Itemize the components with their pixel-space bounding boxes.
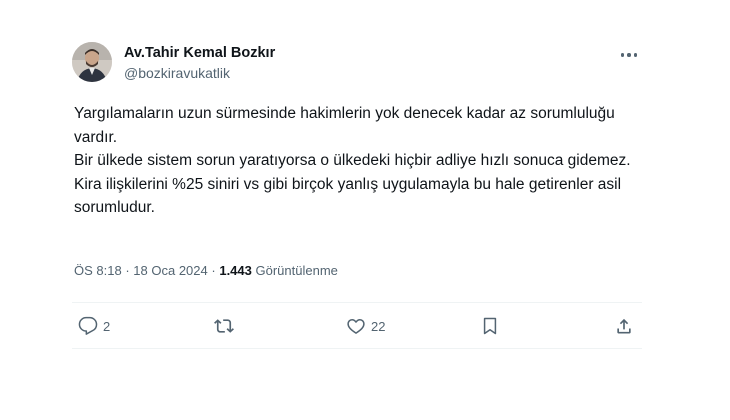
tweet-text-line: Yargılamaların uzun sürmesinde hakimleri… [74, 105, 615, 146]
views-count: 1.443 [219, 263, 252, 278]
reply-icon [78, 316, 98, 336]
author-names: Av.Tahir Kemal Bozkır @bozkiravukatlik [124, 44, 275, 82]
tweet-meta: ÖS 8:18 · 18 Oca 2024 · 1.443 Görüntülen… [74, 263, 338, 278]
more-icon[interactable] [616, 46, 642, 64]
meta-separator: · [125, 263, 130, 278]
tweet-header: Av.Tahir Kemal Bozkır @bozkiravukatlik [72, 42, 642, 90]
tweet-actions: 2 22 [72, 311, 642, 341]
tweet-text-line: Bir ülkede sistem sorun yaratıyorsa o ül… [74, 152, 631, 169]
share-button[interactable] [614, 315, 634, 337]
tweet-text: Yargılamaların uzun sürmesinde hakimleri… [74, 102, 639, 220]
like-count: 22 [371, 318, 386, 334]
retweet-button[interactable] [214, 315, 234, 337]
tweet-card: Av.Tahir Kemal Bozkır @bozkiravukatlik Y… [72, 30, 642, 360]
views-label: Görüntülenme [255, 263, 338, 278]
tweet-time[interactable]: ÖS 8:18 [74, 263, 122, 278]
meta-separator: · [211, 263, 216, 278]
avatar[interactable] [72, 42, 112, 82]
like-button[interactable]: 22 [346, 315, 385, 337]
tweet-text-line: Kira ilişkilerini %25 siniri vs gibi bir… [74, 175, 622, 217]
like-icon [346, 316, 366, 336]
retweet-icon [214, 316, 234, 336]
bookmark-button[interactable] [480, 315, 500, 337]
author-display-name[interactable]: Av.Tahir Kemal Bozkır [124, 44, 275, 62]
bookmark-icon [480, 316, 500, 336]
divider [72, 302, 642, 303]
reply-count: 2 [103, 318, 111, 334]
author-handle[interactable]: @bozkiravukatlik [124, 64, 275, 82]
reply-button[interactable]: 2 [78, 315, 110, 337]
share-icon [614, 316, 634, 336]
divider [72, 348, 642, 349]
tweet-date[interactable]: 18 Oca 2024 [133, 263, 207, 278]
